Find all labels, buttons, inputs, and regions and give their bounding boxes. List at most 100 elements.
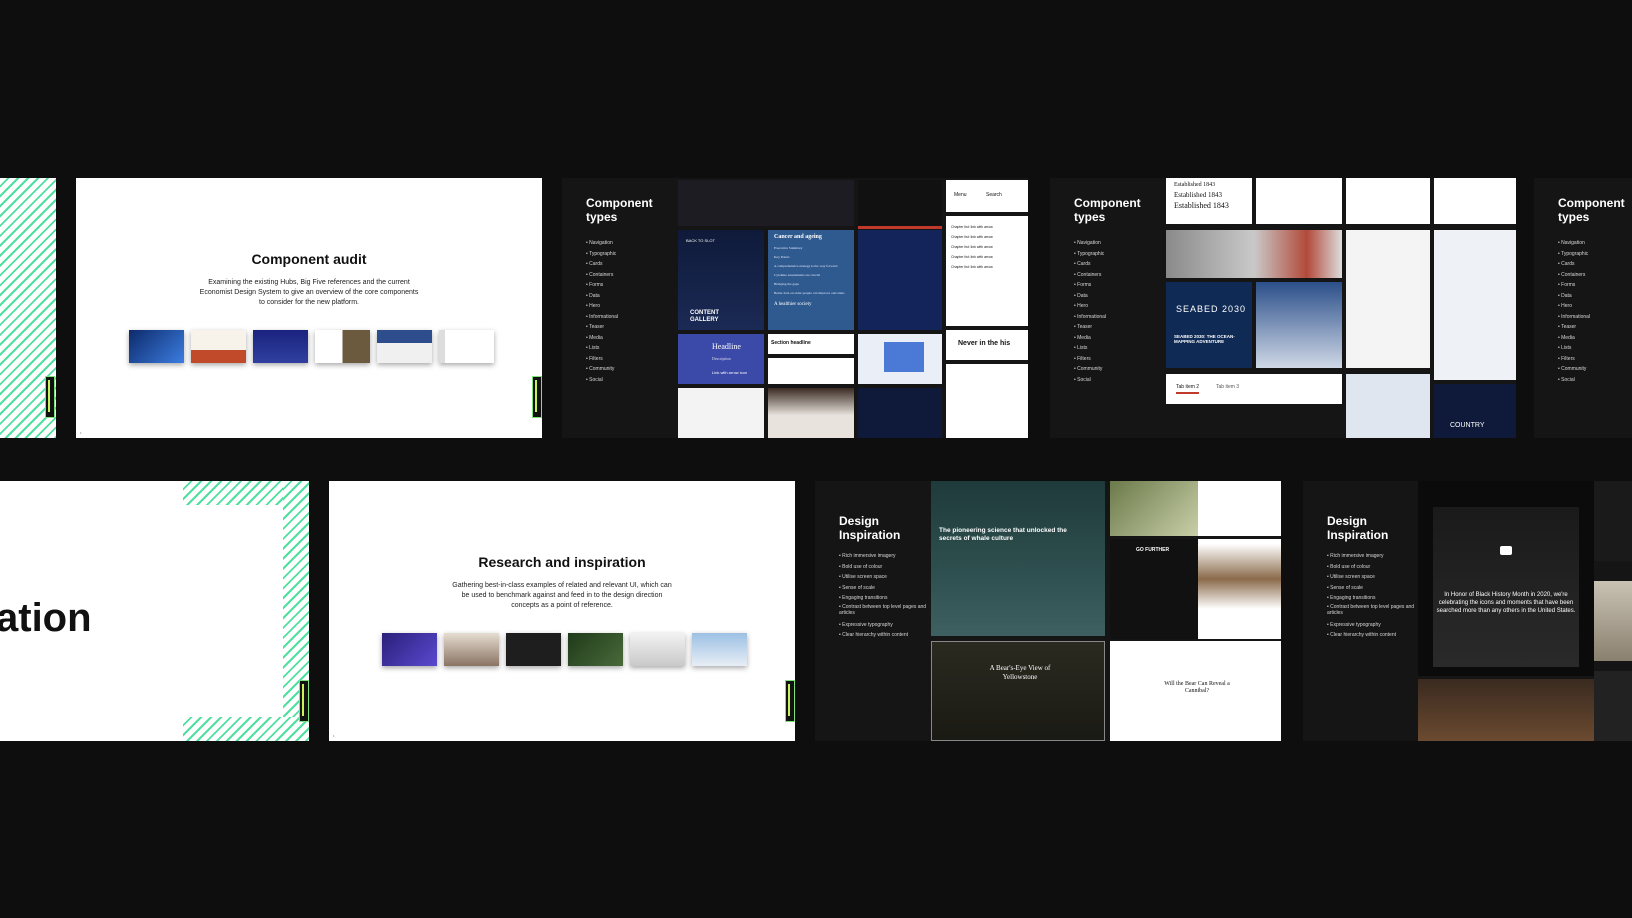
slide-partial-title[interactable]: ation: [0, 481, 309, 741]
slide-component-audit[interactable]: Component audit Examining the existing H…: [76, 178, 542, 438]
page-number: •: [333, 733, 335, 738]
list-item: Lists: [586, 343, 618, 354]
collage-map: [1346, 374, 1430, 438]
list-item: Teaser: [1074, 322, 1106, 333]
collage-slot-gallery: BACK TO SLOT CONTENT GALLERY: [678, 230, 764, 330]
list-item: Utilise screen space: [1327, 572, 1415, 583]
design-inspiration-list: Rich immersive imagery Bold use of colou…: [1327, 551, 1415, 641]
collage-blue-quote: [858, 334, 942, 384]
healthier-society: A healthier society: [774, 302, 812, 307]
bhm-feature: In Honor of Black History Month in 2020,…: [1418, 481, 1594, 676]
list-item: Contrast between top level pages and art…: [1327, 604, 1415, 616]
list-item: Clear hierarchy within content: [839, 630, 927, 641]
list-item: Informational: [1558, 312, 1590, 323]
list-item: Cards: [586, 259, 618, 270]
audit-thumb-6: [439, 330, 494, 363]
content-gallery: CONTENT GALLERY: [690, 310, 719, 323]
list-item: Data: [1558, 291, 1590, 302]
link-arrow-label: Link with arrow icon: [712, 370, 748, 375]
collage-photo-tiles: [1256, 282, 1342, 368]
collage-chapter-list: Chapter list: link with arrow Chapter li…: [946, 216, 1028, 326]
whale-feature: The pioneering science that unlocked the…: [931, 481, 1105, 636]
research-thumb-2: [444, 633, 499, 666]
cancer-item: Cytokine assessments are crucial: [774, 273, 821, 277]
list-item: Cards: [1074, 259, 1106, 270]
list-item: Hero: [1558, 301, 1590, 312]
list-item: Forms: [1074, 280, 1106, 291]
list-item: Typographic: [586, 249, 618, 260]
collage-section-sub: [768, 358, 854, 384]
list-item: Teaser: [586, 322, 618, 333]
list-item: Navigation: [1558, 238, 1590, 249]
list-item: Bold use of colour: [839, 562, 927, 573]
collage-menu-bar: Menu Search: [946, 180, 1028, 212]
deer-text-panel: [1198, 481, 1281, 536]
research-thumb-6: [692, 633, 747, 666]
list-item: Informational: [1074, 312, 1106, 323]
collage-tabs: Tab item 2 Tab item 3: [1166, 374, 1342, 404]
list-item: Teaser: [1558, 322, 1590, 333]
section-headline: Section headline: [771, 340, 811, 346]
bear-feature: A Bear's-Eye View of Yellowstone: [931, 641, 1105, 741]
play-button[interactable]: [1500, 546, 1512, 555]
collage-country: COUNTRY: [1434, 384, 1516, 438]
component-audit-description: Examining the existing Hubs, Big Five re…: [199, 279, 419, 306]
list-item: Hero: [586, 301, 618, 312]
research-thumbnails: [382, 633, 747, 666]
page-number: •: [80, 430, 82, 435]
research-thumb-5: [630, 633, 685, 666]
list-item: Sense of scale: [1327, 583, 1415, 594]
list-item: Media: [1558, 333, 1590, 344]
tab-item-2[interactable]: Tab item 2: [1176, 384, 1200, 394]
country-label: COUNTRY: [1450, 422, 1485, 429]
seabed-caption: SEABED 2030: THE OCEAN-MAPPING ADVENTURE: [1174, 334, 1235, 344]
design-inspiration-title: Design Inspiration: [1327, 514, 1389, 542]
design-inspiration-list: Rich immersive imagery Bold use of colou…: [839, 551, 927, 641]
collage-headline-card: Headline Description Link with arrow ico…: [678, 334, 764, 384]
list-item: Filters: [1074, 354, 1106, 365]
cancer-item: Bridging the gaps: [774, 282, 799, 286]
component-types-title: Component types: [586, 196, 653, 224]
cancer-item: Key Points: [774, 255, 790, 259]
list-item: Social: [1074, 375, 1106, 386]
list-item: Typographic: [1558, 249, 1590, 260]
chapter-link: Chapter list: link with arrow: [951, 245, 993, 249]
tab-item-3[interactable]: Tab item 3: [1216, 384, 1239, 390]
slide-component-types-3[interactable]: Component types Navigation Typographic C…: [1534, 178, 1632, 438]
list-item: Bold use of colour: [1327, 562, 1415, 573]
stripe-frame-bottom: [183, 717, 309, 741]
established-text: Established 1843: [1174, 182, 1216, 188]
research-description: Gathering best-in-class examples of rela…: [452, 582, 672, 609]
research-thumb-4: [568, 633, 623, 666]
list-item: Sense of scale: [839, 583, 927, 594]
audit-thumb-3: [253, 330, 308, 363]
collage-article-text: [946, 364, 1028, 438]
bhm-text: In Honor of Black History Month in 2020,…: [1436, 592, 1576, 614]
collage-photo: [768, 388, 854, 438]
list-item: Navigation: [586, 238, 618, 249]
collage-quote-dark: [858, 388, 942, 438]
back-to-slot: BACK TO SLOT: [686, 238, 715, 243]
established-text: Established 1843: [1174, 201, 1229, 210]
list-item: Lists: [1074, 343, 1106, 354]
collage-ui-white-2: [1434, 178, 1516, 224]
right-panel-lower: [1594, 671, 1632, 741]
video-frame: [1433, 507, 1579, 667]
slide-design-inspiration-1[interactable]: Design Inspiration Rich immersive imager…: [815, 481, 1281, 741]
slide-component-types-2[interactable]: Component types Navigation Typographic C…: [1050, 178, 1516, 438]
right-panel-photo: [1594, 581, 1632, 661]
list-item: Rich immersive imagery: [1327, 551, 1415, 562]
list-item: Containers: [1558, 270, 1590, 281]
list-item: Engaging transitions: [839, 593, 927, 604]
bear-heading: A Bear's-Eye View of Yellowstone: [989, 664, 1051, 681]
slide-research-inspiration[interactable]: Research and inspiration Gathering best-…: [329, 481, 795, 741]
partial-title-text: ation: [0, 596, 92, 640]
slide-design-inspiration-2[interactable]: Design Inspiration Rich immersive imager…: [1303, 481, 1632, 741]
list-item: Expressive typography: [839, 620, 927, 631]
list-item: Typographic: [1074, 249, 1106, 260]
menu-label: Menu: [954, 192, 967, 198]
cannibal-panel: Will the Bear Can Reveal a Cannibal?: [1110, 641, 1281, 741]
go-further-panel: GO FURTHER: [1110, 539, 1198, 639]
slide-component-types-1[interactable]: Component types Navigation Typographic C…: [562, 178, 1028, 438]
headline-label: Headline: [712, 342, 741, 351]
